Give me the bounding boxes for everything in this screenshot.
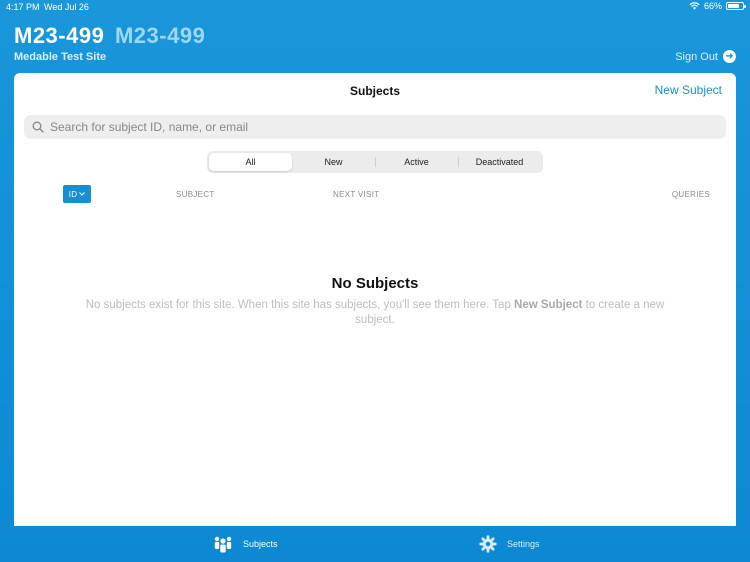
filter-new[interactable]: New [292, 153, 375, 171]
wifi-icon [689, 2, 700, 10]
filter-segmented-control: All New Active Deactivated [207, 151, 543, 173]
new-subject-button[interactable]: New Subject [655, 83, 722, 97]
tab-bar: Subjects Settings [0, 527, 750, 562]
id-sort-label: ID [68, 189, 78, 199]
panel-title: Subjects [349, 84, 400, 98]
filter-all[interactable]: All [209, 153, 292, 171]
table-header: ID SUBJECT NEXT VISIT QUERIES [14, 185, 736, 203]
tab-subjects-label: Subjects [243, 539, 278, 549]
filter-active[interactable]: Active [375, 153, 458, 171]
site-name: Medable Test Site [14, 51, 107, 63]
study-id-secondary: M23-499 [114, 23, 206, 48]
study-title: M23-499 M23-499 [14, 23, 205, 49]
column-queries: QUERIES [671, 190, 710, 199]
sign-out-label: Sign Out [675, 50, 718, 63]
empty-text-new-subject: New Subject [514, 299, 583, 311]
empty-state-message: No subjects exist for this site. When th… [84, 298, 666, 328]
search-icon [32, 121, 44, 133]
study-id-primary: M23-499 [14, 23, 105, 48]
arrow-right-icon: ➜ [723, 50, 736, 63]
status-time: 4:17 PM [6, 2, 40, 12]
search-bar[interactable] [24, 115, 726, 139]
filter-deactivated[interactable]: Deactivated [458, 153, 541, 171]
status-bar: 4:17 PM Wed Jul 26 66% [0, 0, 750, 14]
chevron-down-icon [79, 192, 86, 196]
id-sort-button[interactable]: ID [63, 185, 91, 203]
column-subject: SUBJECT [176, 190, 215, 199]
empty-state-title: No Subjects [331, 275, 419, 292]
status-right: 66% [689, 1, 746, 11]
battery-percent: 66% [703, 1, 722, 11]
sign-out-button[interactable]: Sign Out ➜ [675, 50, 736, 63]
tab-settings[interactable]: Settings [479, 535, 540, 553]
column-next-visit: NEXT VISIT [333, 190, 380, 199]
search-input[interactable] [50, 120, 700, 134]
status-date: Wed Jul 26 [44, 2, 89, 12]
tab-settings-label: Settings [507, 539, 540, 549]
subjects-panel: Subjects New Subject All New Active Deac… [14, 73, 736, 526]
empty-text-before: No subjects exist for this site. When th… [85, 299, 515, 311]
battery-icon [726, 2, 746, 10]
people-icon [214, 536, 232, 553]
gear-icon [479, 535, 497, 553]
tab-subjects[interactable]: Subjects [213, 535, 278, 553]
